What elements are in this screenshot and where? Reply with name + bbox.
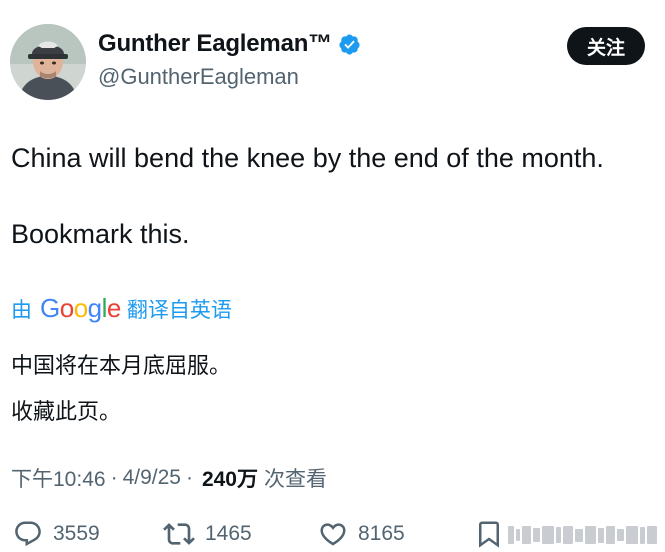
tweet-date[interactable]: 4/9/25 xyxy=(123,466,181,490)
tweet-card: Gunther Eagleman™ @GuntherEagleman 关注 Ch… xyxy=(0,0,665,552)
tweet-meta: 下午10:46 · 4/9/25 · 240万 次查看 xyxy=(11,463,327,493)
reply-icon xyxy=(15,521,41,547)
google-logo: Google xyxy=(40,293,121,323)
avatar[interactable] xyxy=(10,24,86,100)
user-avatar xyxy=(10,24,86,100)
author-handle[interactable]: @GuntherEagleman xyxy=(98,64,299,90)
like-count: 8165 xyxy=(358,522,405,545)
reply-count: 3559 xyxy=(53,522,100,545)
translated-text-line-1: 中国将在本月底屈服。 xyxy=(11,353,232,378)
translate-from-english-label: 翻译自英语 xyxy=(126,298,232,322)
views-count: 240万 xyxy=(201,468,258,491)
tweet-time[interactable]: 下午10:46 xyxy=(11,463,106,493)
meta-separator: · xyxy=(185,466,193,489)
author-name-row: Gunther Eagleman™ xyxy=(98,30,361,58)
watermark xyxy=(508,522,658,548)
retweet-icon xyxy=(163,523,195,545)
follow-button[interactable]: 关注 xyxy=(567,27,645,65)
translated-by-label: 由 xyxy=(11,298,32,322)
tweet-text-line-2: Bookmark this. xyxy=(11,219,190,249)
translated-by-google-link[interactable]: 由 Google 翻译自英语 xyxy=(11,293,232,324)
translated-text-line-2: 收藏此页。 xyxy=(11,399,122,424)
views-label: 次查看 xyxy=(264,468,327,491)
bookmark-icon xyxy=(479,521,499,548)
retweet-count: 1465 xyxy=(205,522,252,545)
retweet-button[interactable]: 1465 xyxy=(163,516,252,552)
display-name[interactable]: Gunther Eagleman™ xyxy=(98,30,332,58)
like-button[interactable]: 8165 xyxy=(318,516,405,552)
heart-icon xyxy=(320,523,346,546)
reply-button[interactable]: 3559 xyxy=(13,516,100,552)
bookmark-button[interactable] xyxy=(474,516,504,552)
tweet-text-line-1: China will bend the knee by the end of t… xyxy=(11,143,604,173)
meta-separator: · xyxy=(110,466,118,489)
verified-badge-icon[interactable] xyxy=(338,33,361,56)
